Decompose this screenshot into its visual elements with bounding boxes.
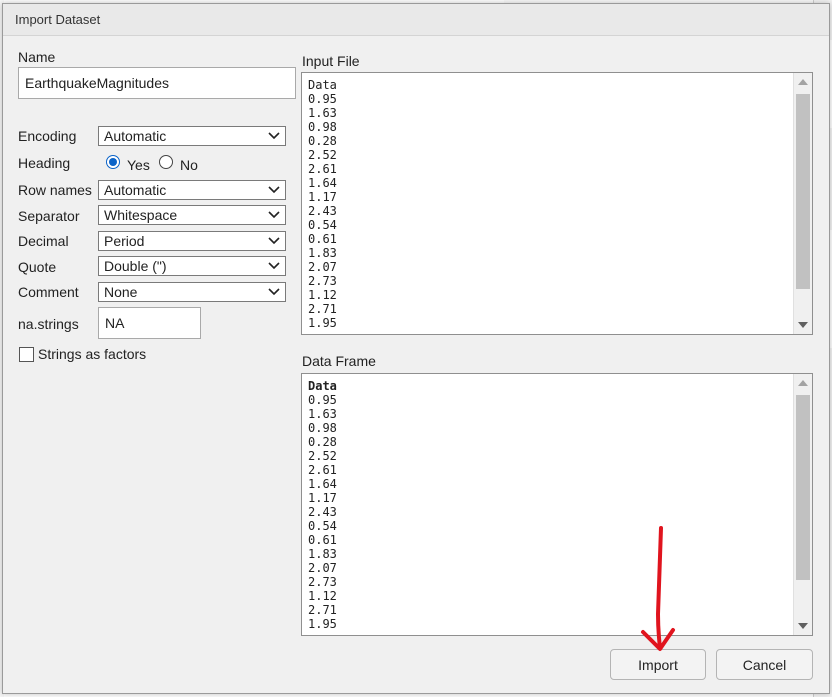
import-dataset-dialog: Import Dataset Name Encoding Automatic H… [2,3,830,694]
data-frame-preview[interactable]: Data 0.95 1.63 0.98 0.28 2.52 2.61 1.64 … [301,373,813,636]
strings-as-factors-label: Strings as factors [38,346,147,362]
chevron-down-icon [268,186,280,194]
input-file-scrollbar[interactable] [793,73,812,334]
quote-value: Double (") [104,258,167,274]
annotation-arrow-icon [641,526,675,651]
na-strings-input[interactable] [98,307,201,339]
scroll-down-arrow-icon[interactable] [798,322,808,328]
data-frame-column-header: Data [308,379,337,393]
row-names-label: Row names [18,182,92,198]
chevron-down-icon [268,237,280,245]
chevron-down-icon [268,132,280,140]
decimal-value: Period [104,233,145,249]
data-frame-text: Data 0.95 1.63 0.98 0.28 2.52 2.61 1.64 … [308,379,337,631]
data-frame-label: Data Frame [302,353,376,369]
heading-no-label: No [180,157,198,173]
heading-yes-radio[interactable] [106,155,120,169]
input-file-text: Data 0.95 1.63 0.98 0.28 2.52 2.61 1.64 … [308,78,337,330]
chevron-down-icon [268,262,280,270]
decimal-label: Decimal [18,233,69,249]
heading-label: Heading [18,155,71,171]
cancel-button[interactable]: Cancel [716,649,813,680]
data-frame-scrollbar[interactable] [793,374,812,635]
strings-as-factors-checkbox[interactable] [19,347,34,362]
quote-label: Quote [18,259,57,275]
scroll-thumb[interactable] [796,395,810,580]
separator-select[interactable]: Whitespace [98,205,286,225]
input-file-label: Input File [302,53,360,69]
separator-label: Separator [18,208,80,224]
heading-no-radio[interactable] [159,155,173,169]
scroll-up-arrow-icon[interactable] [798,79,808,85]
chevron-down-icon [268,288,280,296]
encoding-value: Automatic [104,128,167,144]
name-label: Name [18,49,56,65]
comment-select[interactable]: None [98,282,286,302]
comment-value: None [104,284,138,300]
name-input[interactable] [18,67,296,99]
dialog-titlebar[interactable]: Import Dataset [3,4,829,36]
input-file-preview[interactable]: Data 0.95 1.63 0.98 0.28 2.52 2.61 1.64 … [301,72,813,335]
scroll-up-arrow-icon[interactable] [798,380,808,386]
chevron-down-icon [268,211,280,219]
dialog-title: Import Dataset [15,12,101,27]
scroll-thumb[interactable] [796,94,810,289]
encoding-select[interactable]: Automatic [98,126,286,146]
data-frame-values: 0.95 1.63 0.98 0.28 2.52 2.61 1.64 1.17 … [308,393,337,631]
na-strings-label: na.strings [18,316,79,332]
comment-label: Comment [18,284,79,300]
heading-yes-label: Yes [127,157,150,173]
separator-value: Whitespace [104,207,178,223]
encoding-label: Encoding [18,128,77,144]
row-names-select[interactable]: Automatic [98,180,286,200]
scroll-down-arrow-icon[interactable] [798,623,808,629]
decimal-select[interactable]: Period [98,231,286,251]
quote-select[interactable]: Double (") [98,256,286,276]
row-names-value: Automatic [104,182,167,198]
